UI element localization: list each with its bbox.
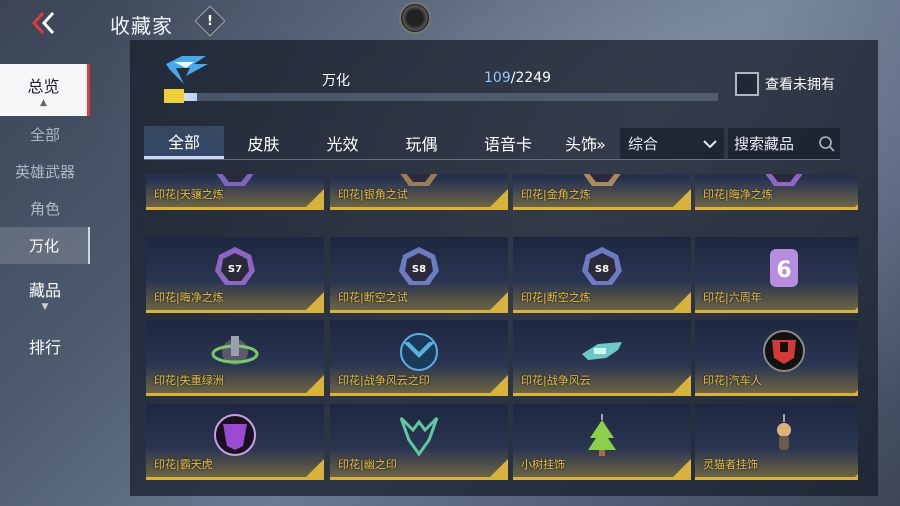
sidebar-subitem-label: 英雄武器 — [14, 163, 75, 181]
item-label: 印花|失重绿洲 — [154, 374, 224, 387]
sidebar-item-label: 总览 — [27, 76, 60, 96]
page-title: 收藏家 — [110, 14, 173, 38]
item-label: 印花|金角之炼 — [521, 188, 591, 201]
item-label: 印花|银角之试 — [338, 188, 408, 201]
progress-bar — [170, 93, 718, 101]
collection-item-card[interactable]: S8 印花|断空之试 — [330, 237, 508, 313]
collection-item-card[interactable]: 灵猫者挂饰 — [695, 404, 858, 480]
total-count: /2249 — [510, 70, 552, 86]
collection-grid: S5 印花|天骧之炼 S6 印花|银角之试 S6 印花|金角之炼 S7 印花|晦净之炼 S7 印花… — [146, 174, 858, 490]
svg-text:S7: S7 — [777, 174, 791, 176]
tab-dolls[interactable]: 玩偶 — [382, 126, 461, 159]
svg-text:S8: S8 — [412, 264, 426, 275]
show-unowned-label: 查看未拥有 — [765, 77, 835, 93]
gunship-icon — [578, 328, 626, 374]
collection-progress: 万化 109/2249 — [160, 50, 720, 110]
item-label: 小树挂饰 — [521, 458, 565, 471]
back-button[interactable] — [28, 8, 60, 38]
caret-up-icon: ▲ — [40, 97, 47, 108]
sidebar: 总览 ▲ 全部 英雄武器 角色 万化 藏品 ▼ 排行 — [0, 64, 90, 372]
item-label: 印花|幽之印 — [338, 458, 397, 471]
sidebar-subitem-label: 角色 — [29, 200, 60, 218]
owned-count: 109 — [484, 70, 511, 86]
sidebar-item-ranking[interactable]: 排行 — [0, 320, 90, 372]
planet-ring-icon — [211, 328, 259, 374]
sidebar-subitem-all[interactable]: 全部 — [0, 116, 90, 153]
sidebar-subitem-wanhua[interactable]: 万化 — [0, 227, 90, 264]
horned-crest-icon — [395, 412, 443, 458]
six-anniversary-icon: 6 — [760, 245, 808, 291]
collection-item-card[interactable]: S6 印花|银角之试 — [330, 174, 508, 210]
caret-down-icon: ▼ — [41, 301, 49, 312]
item-label: 印花|六周年 — [703, 291, 762, 304]
collection-item-card[interactable]: S6 印花|金角之炼 — [513, 174, 691, 210]
item-label: 印花|断空之试 — [338, 291, 408, 304]
search-input[interactable]: 搜索藏品 — [728, 128, 840, 160]
collection-item-card[interactable]: S5 印花|天骧之炼 — [146, 174, 324, 210]
tab-voice-cards[interactable]: 语音卡 — [461, 126, 555, 159]
sidebar-item-overview[interactable]: 总览 ▲ — [0, 64, 90, 116]
item-label: 印花|晦净之炼 — [703, 188, 773, 201]
sort-selected-value: 综合 — [628, 135, 659, 153]
search-icon — [819, 135, 835, 152]
item-label: 印花|天骧之炼 — [154, 188, 224, 201]
item-label: 印花|断空之炼 — [521, 291, 591, 304]
sidebar-subitem-label: 万化 — [28, 237, 59, 255]
item-label: 印花|晦净之炼 — [154, 291, 224, 304]
collection-item-card[interactable]: 6 印花|六周年 — [695, 237, 858, 313]
sidebar-item-collectibles[interactable]: 藏品 ▼ — [0, 268, 90, 320]
wanhua-logo-icon — [166, 56, 208, 84]
s8-badge-icon: S8 — [578, 245, 626, 291]
item-label: 印花|战争风云 — [521, 374, 591, 387]
more-tabs-icon[interactable]: » — [596, 135, 606, 154]
item-label: 印花|战争风云之印 — [338, 374, 430, 387]
progress-name: 万化 — [322, 73, 350, 89]
collection-item-card[interactable]: 印花|失重绿洲 — [146, 320, 324, 396]
search-placeholder: 搜索藏品 — [734, 135, 795, 153]
cat-charm-icon — [760, 412, 808, 458]
sidebar-item-label: 藏品 — [28, 280, 61, 300]
sidebar-item-label: 排行 — [28, 338, 61, 357]
floating-assist-button[interactable] — [399, 2, 431, 34]
collection-item-card[interactable]: S7 印花|晦净之炼 — [695, 174, 858, 210]
tab-skins[interactable]: 皮肤 — [224, 126, 303, 159]
sidebar-subitem-label: 全部 — [29, 126, 60, 144]
collection-item-card[interactable]: 印花|幽之印 — [330, 404, 508, 480]
svg-text:S5: S5 — [228, 174, 242, 176]
item-label: 印花|汽车人 — [703, 374, 762, 387]
svg-text:S7: S7 — [228, 264, 242, 275]
progress-count: 109/2249 — [484, 70, 551, 86]
collection-item-card[interactable]: 印花|汽车人 — [695, 320, 858, 396]
tree-charm-icon — [578, 412, 626, 458]
svg-text:S8: S8 — [595, 264, 609, 275]
item-label: 印花|霸天虎 — [154, 458, 213, 471]
s8-badge-icon: S8 — [395, 245, 443, 291]
item-label: 灵猫者挂饰 — [703, 458, 758, 471]
flag-icon — [164, 89, 184, 103]
s7-badge-icon: S7 — [211, 245, 259, 291]
double-chevron-left-icon — [31, 11, 55, 35]
show-unowned-toggle[interactable]: 查看未拥有 — [735, 72, 835, 96]
collection-item-card[interactable]: 印花|战争风云 — [513, 320, 691, 396]
svg-text:6: 6 — [776, 258, 791, 283]
collection-item-card[interactable]: 印花|战争风云之印 — [330, 320, 508, 396]
sidebar-subitem-hero-weapons[interactable]: 英雄武器 — [0, 153, 90, 190]
sort-select[interactable]: 综合 — [620, 128, 724, 160]
shield-wing-icon — [395, 328, 443, 374]
tab-all[interactable]: 全部 — [144, 126, 224, 159]
show-unowned-checkbox[interactable] — [735, 72, 759, 96]
sidebar-subitem-characters[interactable]: 角色 — [0, 190, 90, 227]
collection-item-card[interactable]: S7 印花|晦净之炼 — [146, 237, 324, 313]
collection-item-card[interactable]: 印花|霸天虎 — [146, 404, 324, 480]
tab-light-effects[interactable]: 光效 — [303, 126, 382, 159]
collection-item-card[interactable]: 小树挂饰 — [513, 404, 691, 480]
chevron-down-icon — [703, 139, 717, 148]
collection-item-card[interactable]: S8 印花|断空之炼 — [513, 237, 691, 313]
svg-text:S6: S6 — [595, 174, 609, 176]
decepticon-icon — [211, 412, 259, 458]
info-icon: ! — [207, 13, 213, 29]
autobot-icon — [760, 328, 808, 374]
svg-text:S6: S6 — [412, 174, 426, 176]
